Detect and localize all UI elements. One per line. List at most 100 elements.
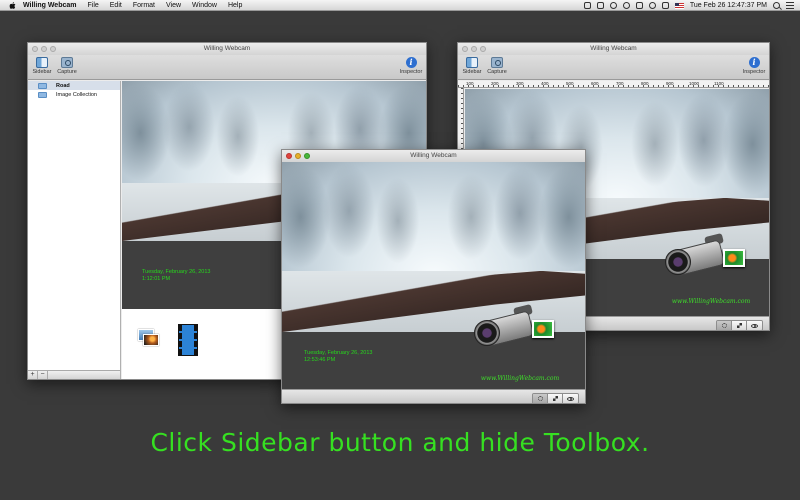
capture-button[interactable]: Capture xyxy=(54,57,80,75)
left-window-toolbar: Sidebar Capture i Inspector xyxy=(28,55,426,80)
ruler-tick-label: 1100 xyxy=(714,81,724,86)
front-window: Willing Webcam Tuesday, February 26, 201… xyxy=(281,149,586,404)
menu-clock[interactable]: Tue Feb 26 12:47:37 PM xyxy=(690,2,767,9)
front-window-bottom-bar xyxy=(282,389,585,403)
sidebar-icon xyxy=(466,57,478,68)
sync-icon[interactable] xyxy=(609,2,617,9)
grid-button[interactable] xyxy=(732,321,747,330)
menu-file[interactable]: File xyxy=(87,2,98,9)
grid-button[interactable] xyxy=(548,394,563,403)
ruler-tick-label: 500 xyxy=(566,81,574,86)
time-machine-icon[interactable] xyxy=(622,2,630,9)
preview-button[interactable] xyxy=(747,321,762,330)
sidebar-button-label: Sidebar xyxy=(32,69,52,75)
source-list: Road Image Collection + − xyxy=(28,81,121,379)
video-tool-icon[interactable] xyxy=(179,325,197,355)
source-list-item-label: Image Collection xyxy=(56,91,97,98)
ruler-tick-label: 600 xyxy=(591,81,599,86)
wifi-icon[interactable] xyxy=(648,2,656,9)
camera-icon xyxy=(491,57,503,68)
source-list-item[interactable]: Road xyxy=(28,81,120,90)
window-title: Willing Webcam xyxy=(410,152,457,159)
ruler-tick-label: 800 xyxy=(641,81,649,86)
menu-window[interactable]: Window xyxy=(192,2,217,9)
horizontal-ruler: 100 200 300 400 500 600 700 800 900 1000… xyxy=(458,81,769,88)
gear-icon xyxy=(537,396,543,401)
view-mode-control xyxy=(716,320,763,330)
settings-button[interactable] xyxy=(533,394,548,403)
dropbox-icon[interactable] xyxy=(583,2,591,9)
timestamp-time: 12:53:46 PM xyxy=(304,357,336,363)
zoom-button[interactable] xyxy=(304,153,310,159)
camcorder-icon xyxy=(665,249,691,275)
ruler-tick-label: 100 xyxy=(466,81,474,86)
minimize-button[interactable] xyxy=(295,153,301,159)
inspector-button[interactable]: i Inspector xyxy=(741,57,767,75)
preview-info-strip: Tuesday, February 26, 2013 12:53:46 PM w… xyxy=(282,303,585,391)
window-title: Willing Webcam xyxy=(590,45,637,52)
image-collection-tool-icon[interactable] xyxy=(138,329,160,347)
zoom-button[interactable] xyxy=(480,46,486,52)
add-source-button[interactable]: + xyxy=(28,371,38,379)
menu-bar: Willing Webcam File Edit Format View Win… xyxy=(0,0,800,11)
close-button[interactable] xyxy=(462,46,468,52)
capture-button-label: Capture xyxy=(487,69,507,75)
zoom-button[interactable] xyxy=(50,46,56,52)
window-title: Willing Webcam xyxy=(203,45,251,52)
grid-icon xyxy=(552,396,558,401)
sidebar-icon xyxy=(36,57,48,68)
folder-icon xyxy=(38,91,47,98)
ruler-tick-label: 200 xyxy=(491,81,499,86)
minimize-button[interactable] xyxy=(471,46,477,52)
spotlight-search-icon[interactable] xyxy=(773,2,780,9)
menu-edit[interactable]: Edit xyxy=(110,2,122,9)
notification-center-icon[interactable] xyxy=(786,2,794,9)
inspector-button-label: Inspector xyxy=(399,69,423,75)
sidebar-button[interactable]: Sidebar xyxy=(459,57,485,75)
capture-button-label: Capture xyxy=(57,69,77,75)
menu-extras: Tue Feb 26 12:47:37 PM xyxy=(583,0,794,11)
menu-view[interactable]: View xyxy=(166,2,181,9)
photo-icon xyxy=(723,249,745,267)
brand-url: www.WillingWebcam.com xyxy=(480,375,560,382)
view-mode-control xyxy=(532,393,579,403)
promo-caption: Click Sidebar button and hide Toolbox. xyxy=(150,428,650,457)
right-window-toolbar: Sidebar Capture i Inspector xyxy=(458,55,769,80)
source-list-item-label: Road xyxy=(56,82,70,89)
remove-source-button[interactable]: − xyxy=(38,371,48,379)
menu-app-name[interactable]: Willing Webcam xyxy=(23,2,76,9)
close-button[interactable] xyxy=(32,46,38,52)
front-window-titlebar[interactable]: Willing Webcam xyxy=(282,150,585,162)
eye-icon xyxy=(567,396,574,401)
us-flag-icon[interactable] xyxy=(674,2,684,9)
preview-button[interactable] xyxy=(563,394,578,403)
ruler-tick-label: 900 xyxy=(666,81,674,86)
camera-icon xyxy=(61,57,73,68)
bluetooth-icon[interactable] xyxy=(635,2,643,9)
close-button[interactable] xyxy=(286,153,292,159)
source-list-footer: + − xyxy=(28,370,120,379)
timestamp-date: Tuesday, February 26, 2013 xyxy=(304,350,373,356)
menu-format[interactable]: Format xyxy=(133,2,155,9)
volume-icon[interactable] xyxy=(661,2,669,9)
willing-webcam-logo: www.WillingWebcam.com xyxy=(665,232,757,305)
left-window-titlebar[interactable]: Willing Webcam xyxy=(28,43,426,55)
right-window-titlebar[interactable]: Willing Webcam xyxy=(458,43,769,55)
inspector-button-label: Inspector xyxy=(742,69,766,75)
capture-button[interactable]: Capture xyxy=(484,57,510,75)
sidebar-button[interactable]: Sidebar xyxy=(29,57,55,75)
minimize-button[interactable] xyxy=(41,46,47,52)
info-icon: i xyxy=(405,57,417,68)
timestamp-time: 1:12:01 PM xyxy=(142,276,171,282)
info-icon: i xyxy=(748,57,760,68)
source-list-item[interactable]: Image Collection xyxy=(28,90,120,99)
menu-help[interactable]: Help xyxy=(228,2,242,9)
settings-button[interactable] xyxy=(717,321,732,330)
sidebar-button-label: Sidebar xyxy=(462,69,482,75)
screen-icon[interactable] xyxy=(596,2,604,9)
ruler-tick-label: 300 xyxy=(516,81,524,86)
willing-webcam-logo: www.WillingWebcam.com xyxy=(474,303,566,382)
inspector-button[interactable]: i Inspector xyxy=(398,57,424,75)
camcorder-icon xyxy=(474,320,500,346)
apple-menu-icon[interactable] xyxy=(8,1,17,10)
